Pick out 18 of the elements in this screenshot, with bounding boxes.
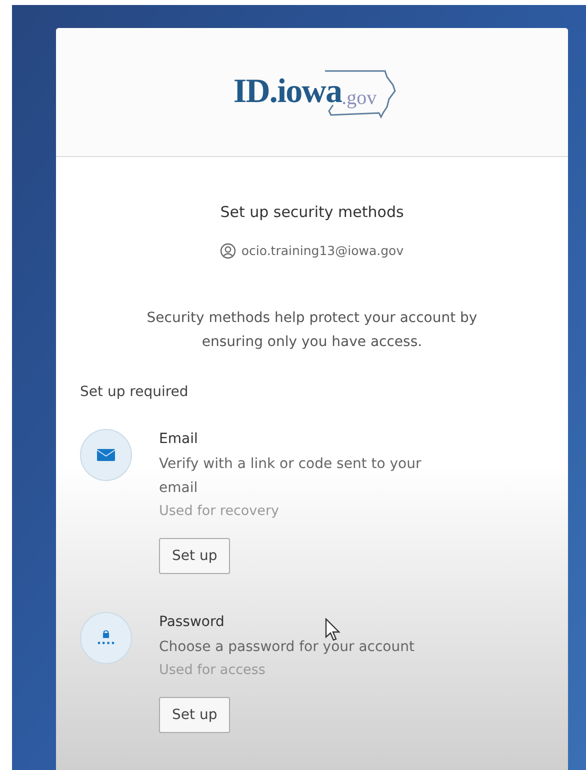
setup-button[interactable]: Set up [159, 697, 230, 734]
description-text: Security methods help protect your account by ensuring only you have access. [146, 309, 478, 352]
method-description: Verify with a link or code sent to your email [159, 455, 422, 498]
user-icon [220, 242, 236, 259]
method-description: Choose a password for your account [159, 638, 416, 658]
method-name: Password [159, 613, 224, 632]
method-usage: Used for recovery [159, 502, 280, 522]
method-name: Email [159, 430, 198, 450]
padlock-icon [96, 630, 116, 646]
envelope-icon [96, 448, 116, 462]
page-title: Set up security methods [220, 202, 404, 223]
setup-button[interactable]: Set up [159, 538, 230, 574]
logo-suffix: .gov [342, 88, 377, 108]
method-usage: Used for access [159, 661, 266, 680]
cursor-icon [324, 618, 342, 642]
account-email: ocio.training13@iowa.gov [241, 242, 404, 260]
logo-text: ID.iowa [233, 75, 342, 109]
section-heading: Set up required [80, 383, 190, 402]
